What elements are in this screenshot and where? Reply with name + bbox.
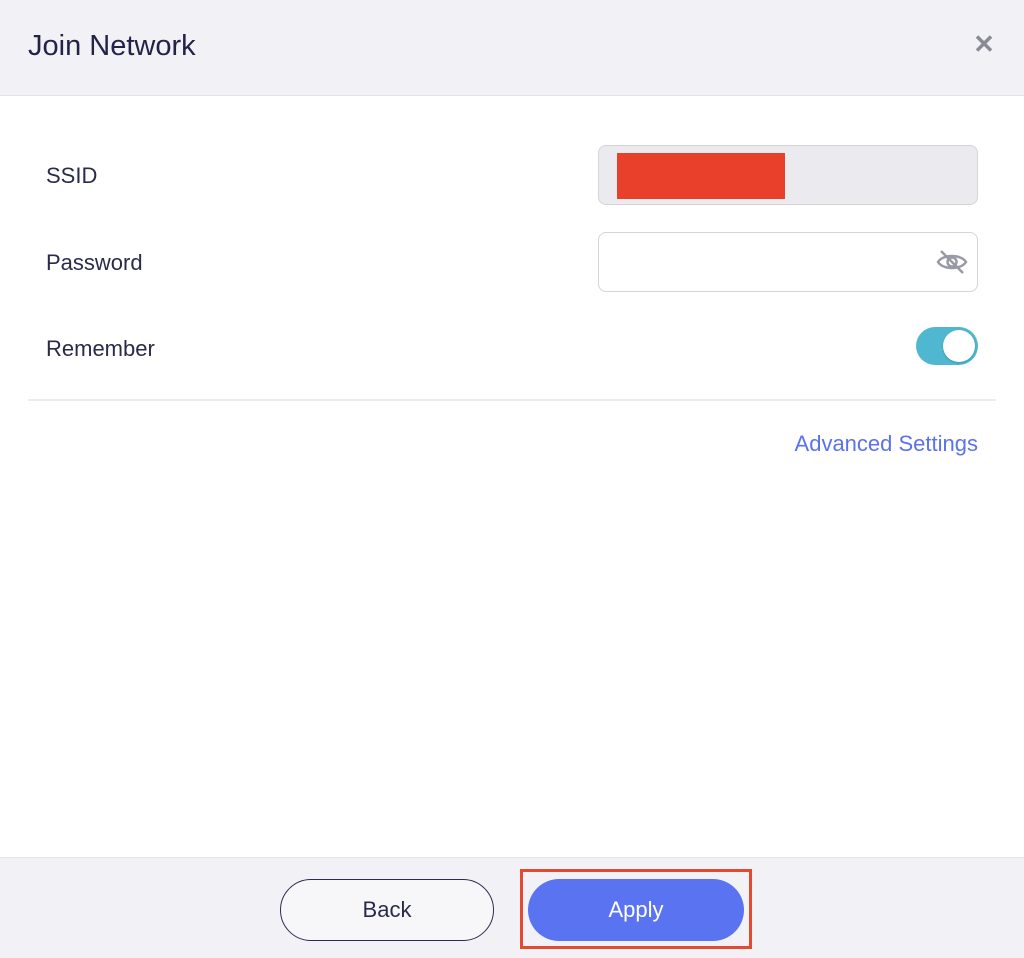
dialog-footer: Back Apply: [0, 857, 1024, 958]
divider: [28, 399, 996, 401]
remember-toggle[interactable]: [916, 327, 978, 365]
ssid-field: [598, 145, 978, 205]
password-field-container: [598, 232, 978, 292]
dialog-title: Join Network: [28, 30, 196, 62]
apply-button[interactable]: Apply: [528, 879, 744, 941]
close-icon[interactable]: ✕: [968, 28, 1000, 60]
dialog-header: Join Network ✕: [0, 0, 1024, 96]
toggle-knob: [943, 330, 975, 362]
eye-slash-icon[interactable]: [935, 247, 969, 277]
ssid-redacted-value: [617, 153, 785, 199]
advanced-settings-link[interactable]: Advanced Settings: [795, 430, 978, 458]
back-button[interactable]: Back: [280, 879, 494, 941]
password-label: Password: [46, 250, 143, 275]
password-input[interactable]: [613, 241, 927, 285]
ssid-label: SSID: [46, 163, 98, 188]
remember-label: Remember: [46, 336, 155, 361]
